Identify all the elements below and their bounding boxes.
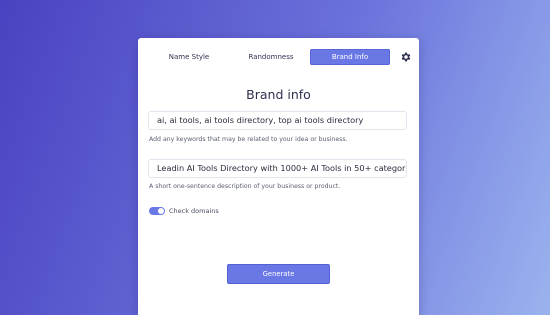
- check-domains-row: Check domains: [149, 206, 219, 216]
- description-help-text: A short one-sentence description of your…: [149, 183, 341, 190]
- tab-brand-info[interactable]: Brand Info: [310, 49, 390, 65]
- check-domains-toggle[interactable]: [149, 207, 165, 215]
- brand-info-card: Name Style Randomness Brand Info Brand i…: [138, 38, 419, 315]
- check-domains-label: Check domains: [169, 207, 219, 215]
- keywords-help-text: Add any keywords that may be related to …: [149, 136, 348, 143]
- gear-icon[interactable]: [400, 51, 412, 63]
- description-input[interactable]: Leadin AI Tools Directory with 1000+ AI …: [148, 159, 407, 178]
- tab-randomness[interactable]: Randomness: [236, 49, 306, 65]
- toggle-knob: [158, 208, 164, 214]
- keywords-input[interactable]: ai, ai tools, ai tools directory, top ai…: [148, 111, 407, 130]
- tab-bar: Name Style Randomness Brand Info: [148, 49, 412, 65]
- tab-name-style[interactable]: Name Style: [154, 49, 224, 65]
- generate-button[interactable]: Generate: [227, 264, 330, 284]
- page-title: Brand info: [246, 87, 311, 102]
